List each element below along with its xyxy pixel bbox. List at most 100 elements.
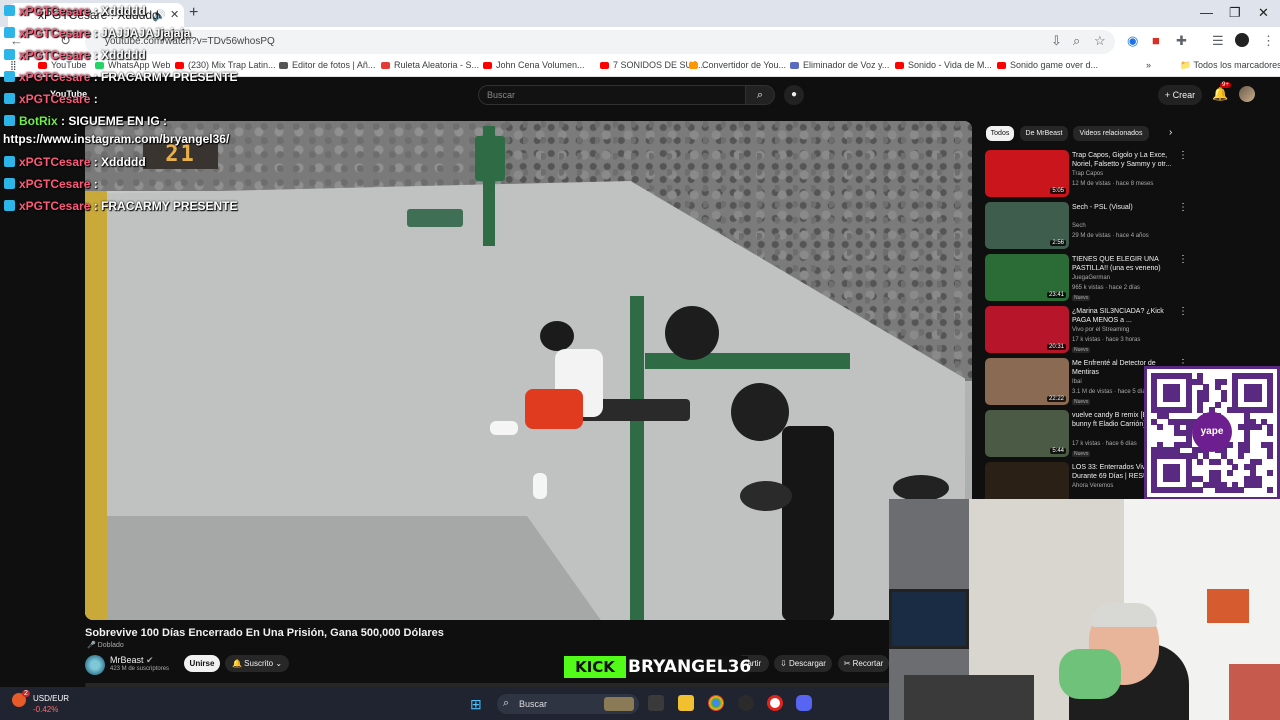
recommendation-thumbnail[interactable]: 23:41 [985, 254, 1069, 301]
new-tab-button[interactable]: + [189, 4, 198, 22]
recommendation-title[interactable]: Sech - PSL (Visual) [1072, 203, 1172, 212]
file-explorer-icon[interactable] [678, 695, 694, 711]
chevron-right-icon[interactable]: › [1169, 127, 1172, 138]
duration-badge: 5:44 [1050, 448, 1066, 454]
recommendation-channel[interactable]: Ibai [1072, 379, 1082, 385]
extension-icon[interactable]: ■ [1152, 33, 1160, 48]
recommendation-thumbnail[interactable]: 22:22 [985, 358, 1069, 405]
extensions-puzzle-icon[interactable]: ✚ [1176, 33, 1187, 49]
bookmark-item[interactable]: Eliminador de Voz y... [790, 60, 889, 70]
bookmark-item[interactable]: Editor de fotos | Añ... [279, 60, 375, 70]
all-bookmarks-label: Todos los marcadores [1193, 60, 1280, 70]
filter-chip[interactable]: De MrBeast [1020, 126, 1068, 141]
filter-chip[interactable]: Todos [986, 126, 1014, 141]
recommendation-channel[interactable]: Trap Capos [1072, 171, 1103, 177]
recommendation-channel[interactable]: Ahora Veremos [1072, 483, 1113, 489]
chat-text: : FRACARMY PRESENTE [93, 70, 238, 84]
bookmark-item[interactable]: Sonido - Vida de M... [895, 60, 992, 70]
bookmark-label: (230) Mix Trap Latin... [188, 60, 276, 70]
chat-text: : Xddddd [93, 155, 146, 169]
task-view-icon[interactable] [648, 695, 664, 711]
recommendation-thumbnail[interactable]: 5:05 [985, 150, 1069, 197]
chrome-menu-icon[interactable]: ⋮ [1262, 33, 1275, 49]
more-bookmarks-icon[interactable]: » [1146, 60, 1151, 70]
recommendation-thumbnail[interactable]: 2:56 [985, 202, 1069, 249]
bookmark-item[interactable]: Convertidor de You... [689, 60, 786, 70]
subscribed-button[interactable]: 🔔 Suscrito ⌄ [225, 655, 289, 672]
bell-icon[interactable]: 🔔 [1212, 86, 1228, 102]
webcam-painting [1207, 589, 1249, 623]
chat-username: xPGTCesare [19, 26, 91, 40]
recommendation-title[interactable]: ¿Marina SIL3NCIADA? ¿Kick PAGA MENOS a .… [1072, 307, 1172, 325]
create-button[interactable]: + Crear [1158, 85, 1202, 105]
video-floor-plate [893, 475, 949, 501]
chat-text: : SIGUEME EN IG : [61, 114, 168, 128]
chat-message: xPGTCesare : JAJJAJAJjajaja [4, 26, 190, 40]
filter-chip[interactable]: Videos relacionados [1073, 126, 1149, 141]
recommendation-channel[interactable]: Sech [1072, 223, 1086, 229]
video-yellow-post [85, 191, 107, 620]
new-badge: Nuevo [1072, 451, 1091, 457]
video-player[interactable]: 21 [85, 121, 972, 620]
chat-message: xPGTCesare : Xddddd [4, 48, 146, 62]
close-window-icon[interactable]: ✕ [1258, 5, 1269, 21]
dubbed-label: 🎤 Doblado [87, 642, 124, 649]
account-avatar[interactable] [1239, 86, 1255, 102]
extension-icon[interactable]: ◉ [1127, 33, 1138, 49]
video-person-shoe [533, 473, 547, 499]
recommendation-title[interactable]: TIENES QUE ELEGIR UNA PASTILLA!! (una es… [1072, 255, 1172, 273]
windows-start-icon[interactable]: ⊞ [470, 696, 482, 713]
search-button[interactable]: ⌕ [745, 85, 775, 105]
reading-list-icon[interactable]: ☰ [1212, 33, 1224, 49]
more-actions-icon[interactable]: ⋮ [1178, 202, 1188, 213]
kick-overlay: KICK BRYANGEL36 [564, 656, 751, 678]
recommendation-thumbnail[interactable]: 5:44 [985, 410, 1069, 457]
zoom-icon[interactable]: ⌕ [1073, 33, 1080, 49]
recommendation-meta: 29 M de vistas · hace 4 años [1072, 233, 1149, 239]
recommendation-title[interactable]: Trap Capos, Gigolo y La Exce, Noriel, Fa… [1072, 151, 1172, 169]
bookmark-item[interactable]: (230) Mix Trap Latin... [175, 60, 276, 70]
obs-icon[interactable] [738, 695, 754, 711]
download-button[interactable]: ⇩ Descargar [774, 655, 832, 672]
all-bookmarks[interactable]: 📁 Todos los marcadores [1180, 60, 1280, 71]
bookmark-item[interactable]: Sonido game over d... [997, 60, 1098, 70]
bookmark-label: Convertidor de You... [702, 60, 787, 70]
kick-badge-icon [4, 93, 15, 104]
recommendation-channel[interactable]: JuegaGerman [1072, 275, 1110, 281]
ticker-name: USD/EUR [33, 694, 70, 703]
recommendation-channel[interactable]: Vivo por el Streaming [1072, 327, 1129, 333]
more-actions-icon[interactable]: ⋮ [1178, 306, 1188, 317]
more-actions-icon[interactable]: ⋮ [1178, 150, 1188, 161]
opera-icon[interactable] [767, 695, 783, 711]
bookmark-favicon-icon [895, 62, 904, 70]
dubbed-text: Doblado [97, 642, 124, 649]
profile-avatar[interactable] [1235, 33, 1249, 47]
maximize-icon[interactable]: ❐ [1229, 5, 1241, 21]
omnibox[interactable]: youtube.com/watch?v=TDv56whosPQ [85, 30, 1115, 54]
close-tab-icon[interactable]: ✕ [170, 8, 179, 21]
join-button[interactable]: Unirse [184, 655, 220, 672]
video-person-shoe [490, 421, 518, 435]
video-weight-plate [665, 306, 719, 360]
channel-avatar[interactable] [85, 655, 105, 675]
chat-text: https://www.instagram.com/bryangel36/ [3, 132, 230, 146]
bookmark-item[interactable]: Ruleta Aleatoria - S... [381, 60, 479, 70]
kick-badge-icon [4, 156, 15, 167]
chat-message: xPGTCesare : FRACARMY PRESENTE [4, 70, 238, 84]
channel-name[interactable]: MrBeast ✔ [110, 655, 154, 666]
windows-taskbar: 2 USD/EUR -0.42% ⊞ ⌕ Buscar [0, 687, 889, 720]
download-label: Descargar [789, 659, 826, 668]
taskbar-search[interactable]: ⌕ Buscar [497, 694, 639, 714]
recommendation-thumbnail[interactable]: 20:31 [985, 306, 1069, 353]
voice-search-button[interactable]: ● [784, 85, 804, 105]
discord-icon[interactable] [796, 695, 812, 711]
chrome-icon[interactable] [708, 695, 724, 711]
minimize-icon[interactable]: — [1200, 5, 1213, 20]
install-icon[interactable]: ⇩ [1051, 33, 1062, 49]
bookmark-item[interactable]: John Cena Volumen... [483, 60, 585, 70]
search-input[interactable]: Buscar [478, 85, 746, 105]
chat-message: BotRix : SIGUEME EN IG : [4, 114, 167, 128]
more-actions-icon[interactable]: ⋮ [1178, 254, 1188, 265]
clip-button[interactable]: ✂ Recortar [838, 655, 889, 672]
bookmark-star-icon[interactable]: ☆ [1094, 33, 1106, 49]
